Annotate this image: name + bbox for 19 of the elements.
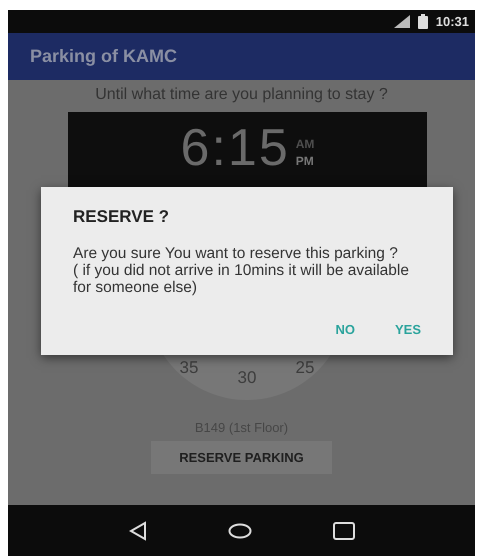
dial-number[interactable]: 30 bbox=[238, 368, 256, 388]
dialog-button[interactable]: NO bbox=[333, 318, 357, 342]
dialog-message: Are you sure You want to reserve this parking ? ( if you did not arrive in 10mins it will be available for someone else) bbox=[73, 245, 410, 296]
period-option[interactable]: AM bbox=[296, 136, 314, 153]
dial-number[interactable]: 25 bbox=[296, 358, 314, 378]
reserve-parking-button[interactable]: RESERVE PARKING bbox=[151, 441, 332, 474]
dial-number[interactable]: 35 bbox=[180, 358, 198, 378]
home-icon[interactable] bbox=[228, 522, 252, 538]
back-icon[interactable] bbox=[128, 520, 148, 540]
dialog-button[interactable]: YES bbox=[392, 318, 423, 342]
status-time: 10:31 bbox=[436, 14, 469, 29]
period-option[interactable]: PM bbox=[296, 152, 314, 170]
time-display[interactable]: 6:15 bbox=[180, 122, 290, 174]
dialog-title: RESERVE ? bbox=[73, 207, 170, 227]
prompt-text: Until what time are you planning to stay ? bbox=[94, 86, 389, 104]
recents-icon[interactable] bbox=[332, 522, 355, 540]
app-title: Parking of KAMC bbox=[30, 46, 178, 67]
battery-icon bbox=[418, 14, 428, 29]
signal-icon bbox=[394, 15, 410, 28]
